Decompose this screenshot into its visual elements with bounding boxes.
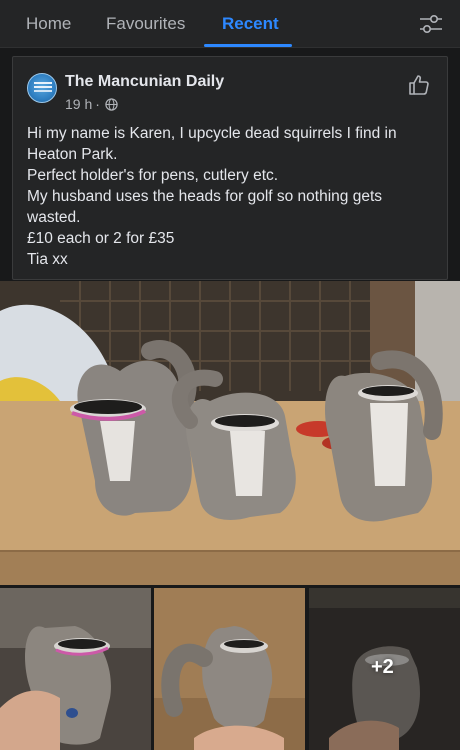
globe-icon [105, 97, 118, 111]
tab-home[interactable]: Home [26, 14, 71, 34]
squirrel-holder-photo [0, 588, 151, 750]
meta-separator: · [95, 96, 100, 112]
post-text-line: Tia xx [27, 251, 68, 268]
photo-thumbnail[interactable] [0, 588, 151, 750]
more-photos-count: +2 [371, 656, 394, 678]
top-tab-bar: Home Favourites Recent [0, 0, 460, 48]
squirrel-holders-photo [0, 281, 460, 585]
active-tab-indicator [204, 44, 292, 47]
photo-thumbnails: +2 [0, 588, 460, 750]
thumbs-up-icon[interactable] [407, 73, 431, 97]
post-meta: 19 h · [65, 96, 118, 112]
avatar[interactable] [27, 73, 57, 103]
photo-thumbnail[interactable] [154, 588, 305, 750]
tab-favourites[interactable]: Favourites [106, 14, 185, 34]
page-name[interactable]: The Mancunian Daily [65, 73, 224, 91]
post-text-line: Perfect holder's for pens, cutlery etc. [27, 167, 279, 184]
post-time[interactable]: 19 h [65, 96, 92, 112]
filter-sliders-icon[interactable] [418, 12, 444, 36]
post-text-line: Heaton Park. [27, 146, 118, 163]
post-text-line: Hi my name is Karen, I upcycle dead squi… [27, 125, 397, 142]
main-photo[interactable] [0, 281, 460, 585]
post-text: Hi my name is Karen, I upcycle dead squi… [27, 123, 437, 270]
post-text-line: £10 each or 2 for £35 [27, 230, 175, 247]
post-card: The Mancunian Daily 19 h · Hi my name is… [12, 56, 448, 280]
tab-recent[interactable]: Recent [222, 14, 279, 34]
post-text-line: My husband uses the heads for golf so no… [27, 188, 383, 205]
post-text-line: wasted. [27, 209, 81, 226]
photo-thumbnail-more[interactable]: +2 [309, 588, 460, 750]
squirrel-holder-photo [154, 588, 305, 750]
